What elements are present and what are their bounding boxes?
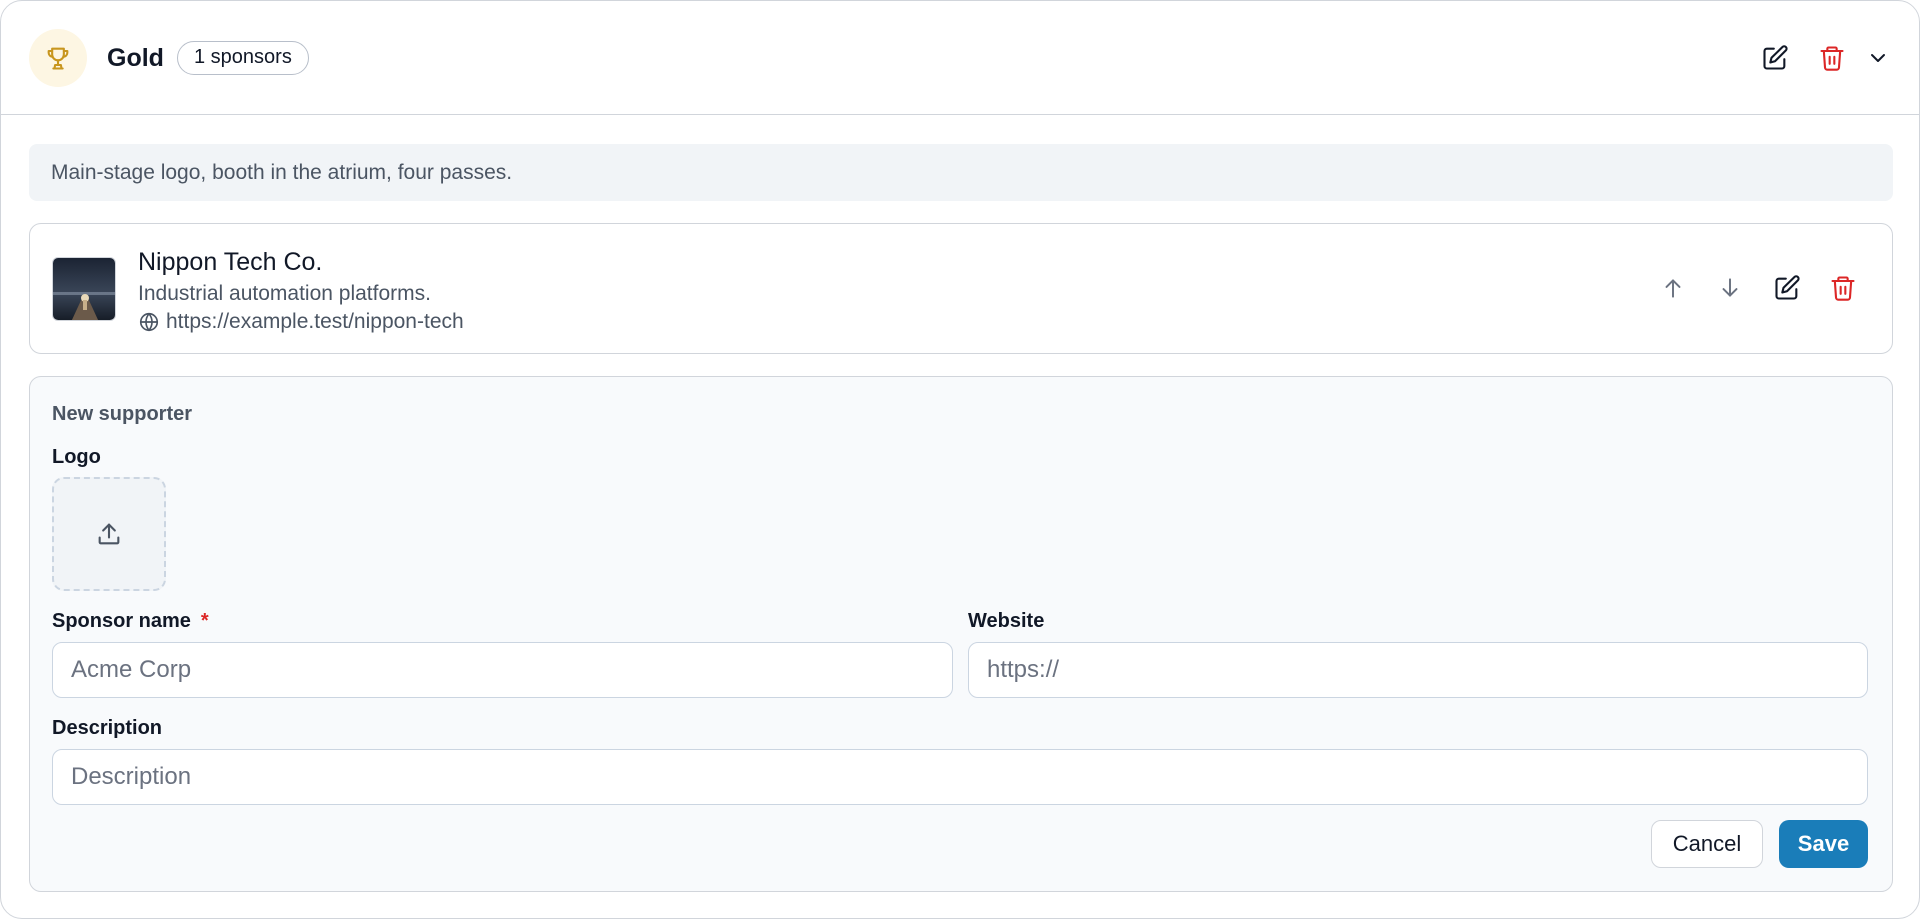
website-input[interactable]	[968, 642, 1868, 698]
trash-icon	[1831, 276, 1855, 301]
edit-icon	[1775, 275, 1800, 300]
edit-sponsor-button[interactable]	[1769, 270, 1805, 306]
sponsor-tagline: Industrial automation platforms.	[138, 282, 431, 305]
tier-description: Main-stage logo, booth in the atrium, fo…	[29, 144, 1893, 201]
sponsor-tier-card: Gold 1 sponsors Main-stage logo, booth i…	[0, 0, 1920, 919]
move-down-button[interactable]	[1712, 270, 1748, 306]
delete-tier-button[interactable]	[1813, 39, 1851, 77]
edit-icon	[1763, 45, 1788, 70]
arrow-down-icon	[1722, 278, 1738, 297]
logo-upload-button[interactable]	[52, 477, 166, 591]
new-supporter-form: New supporter Logo Sponsor name* Website…	[29, 376, 1893, 892]
trash-icon	[1820, 46, 1844, 71]
sponsor-name-input[interactable]	[52, 642, 953, 698]
upload-icon	[98, 523, 120, 545]
arrow-up-icon	[1665, 279, 1681, 298]
cancel-button[interactable]: Cancel	[1651, 820, 1763, 868]
tier-header[interactable]: Gold 1 sponsors	[1, 1, 1919, 115]
website-label: Website	[968, 610, 1045, 632]
edit-tier-button[interactable]	[1756, 39, 1794, 77]
required-asterisk: *	[200, 610, 209, 632]
sponsor-website: https://example.test/nippon-tech	[138, 308, 464, 336]
collapse-tier-button[interactable]	[1859, 39, 1897, 77]
save-button[interactable]: Save	[1779, 820, 1868, 868]
trophy-icon	[29, 29, 87, 87]
sponsor-row: Nippon Tech Co. Industrial automation pl…	[29, 223, 1893, 354]
sponsor-name-label: Sponsor name *	[52, 610, 209, 632]
description-input[interactable]	[52, 749, 1868, 805]
sponsor-url[interactable]: https://example.test/nippon-tech	[166, 308, 464, 336]
chevron-down-icon	[1871, 54, 1885, 62]
logo-label: Logo	[52, 446, 101, 468]
sponsor-count-badge: 1 sponsors	[177, 41, 309, 75]
description-label: Description	[52, 717, 163, 739]
sponsor-logo	[52, 257, 116, 321]
form-heading: New supporter	[52, 403, 193, 425]
globe-icon	[139, 312, 159, 332]
sponsor-name: Nippon Tech Co.	[138, 248, 323, 276]
move-up-button[interactable]	[1655, 270, 1691, 306]
delete-sponsor-button[interactable]	[1825, 270, 1861, 306]
tier-name: Gold	[107, 44, 164, 72]
